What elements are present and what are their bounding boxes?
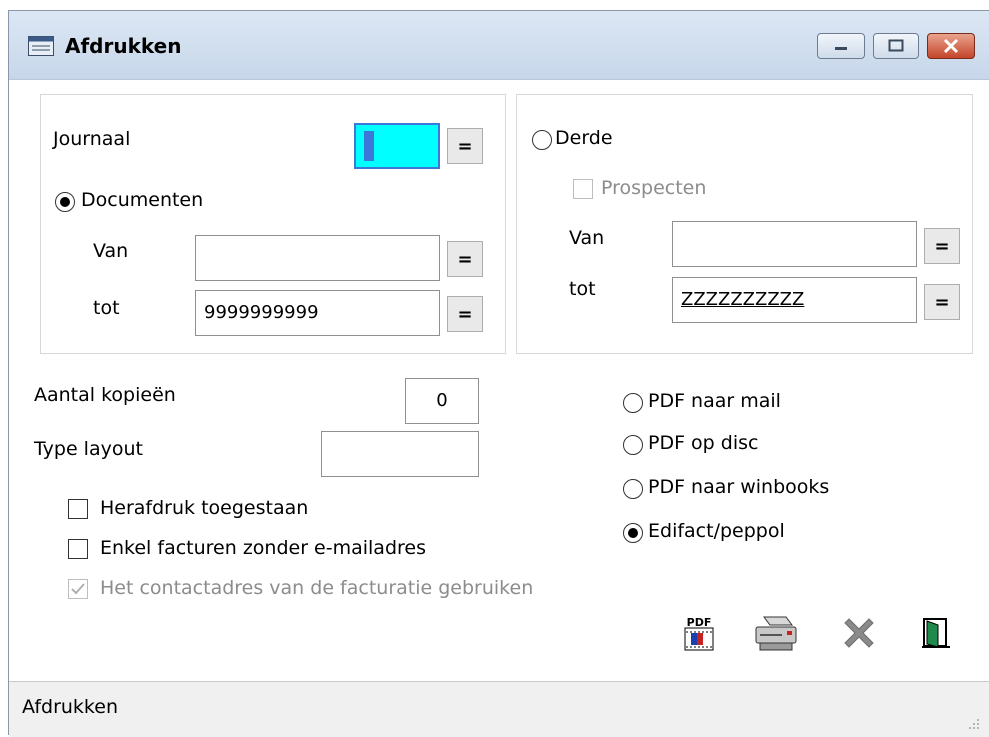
title-bar: Afdrukken xyxy=(9,11,989,80)
printer-icon xyxy=(755,616,797,651)
checkmark-icon xyxy=(71,583,85,595)
document-tot-input[interactable]: 9999999999 xyxy=(195,290,440,336)
third-party-panel: Derde Prospecten Van = tot ZZZZZZZZZZ = xyxy=(516,94,973,354)
document-van-lookup-button[interactable]: = xyxy=(447,241,483,277)
document-tot-lookup-button[interactable]: = xyxy=(447,296,483,332)
journaal-lookup-button[interactable]: = xyxy=(447,128,483,164)
pdf-mail-label: PDF naar mail xyxy=(648,390,781,412)
derde-van-lookup-button[interactable]: = xyxy=(924,228,960,264)
documenten-radio[interactable] xyxy=(55,192,75,212)
kopieen-input[interactable]: 0 xyxy=(405,378,479,424)
herafdruk-label: Herafdruk toegestaan xyxy=(100,497,309,519)
minimize-button[interactable] xyxy=(817,33,865,59)
derde-radio[interactable] xyxy=(532,130,552,150)
derde-van-input[interactable] xyxy=(672,221,917,267)
document-selection-panel: Journaal = Documenten Van = tot 99999999… xyxy=(40,94,506,354)
status-text: Afdrukken xyxy=(22,696,118,718)
pdf-disc-radio[interactable] xyxy=(623,435,643,455)
enkel-facturen-checkbox[interactable] xyxy=(68,539,88,559)
kopieen-label: Aantal kopieën xyxy=(34,384,176,406)
derde-label: Derde xyxy=(555,127,613,149)
tot-label: tot xyxy=(93,297,120,319)
contactadres-label: Het contactadres van de facturatie gebru… xyxy=(100,577,534,599)
window-title: Afdrukken xyxy=(65,34,182,58)
window-icon xyxy=(28,36,54,56)
layout-label: Type layout xyxy=(34,438,143,460)
cancel-button[interactable] xyxy=(841,615,877,651)
pdf-icon: PDF xyxy=(684,616,714,651)
document-van-input[interactable] xyxy=(195,235,440,281)
derde-tot-input[interactable]: ZZZZZZZZZZ xyxy=(672,277,917,323)
maximize-icon xyxy=(888,39,904,52)
pdf-export-button[interactable]: PDF xyxy=(682,613,716,653)
resize-grip-icon[interactable] xyxy=(967,717,981,731)
contactadres-checkbox[interactable] xyxy=(68,579,88,599)
pdf-mail-radio[interactable] xyxy=(623,393,643,413)
edifact-radio[interactable] xyxy=(623,523,643,543)
documenten-label: Documenten xyxy=(81,189,204,211)
tot-label: tot xyxy=(569,278,596,300)
close-icon xyxy=(844,618,874,648)
prospecten-checkbox[interactable] xyxy=(573,179,593,199)
derde-tot-lookup-button[interactable]: = xyxy=(924,284,960,320)
exit-door-icon xyxy=(922,618,950,648)
edifact-label: Edifact/peppol xyxy=(648,520,785,542)
journaal-label: Journaal xyxy=(53,128,131,150)
pdf-winbooks-label: PDF naar winbooks xyxy=(648,476,830,498)
svg-text:PDF: PDF xyxy=(687,616,712,629)
prospecten-label: Prospecten xyxy=(601,177,707,199)
close-button[interactable] xyxy=(927,33,975,59)
journaal-input[interactable] xyxy=(354,123,440,169)
status-bar: Afdrukken xyxy=(9,681,989,737)
close-icon xyxy=(943,38,959,54)
print-dialog: Afdrukken Journaal = Documenten Van = to… xyxy=(8,10,989,737)
pdf-winbooks-radio[interactable] xyxy=(623,479,643,499)
van-label: Van xyxy=(569,227,605,249)
exit-button[interactable] xyxy=(921,616,951,650)
print-button[interactable] xyxy=(752,613,802,653)
minimize-icon xyxy=(835,47,847,50)
maximize-button[interactable] xyxy=(873,33,919,59)
pdf-disc-label: PDF op disc xyxy=(648,432,759,454)
text-cursor xyxy=(364,131,374,161)
enkel-facturen-label: Enkel facturen zonder e-mailadres xyxy=(100,537,426,559)
layout-input[interactable] xyxy=(321,431,479,477)
herafdruk-checkbox[interactable] xyxy=(68,499,88,519)
van-label: Van xyxy=(93,240,129,262)
